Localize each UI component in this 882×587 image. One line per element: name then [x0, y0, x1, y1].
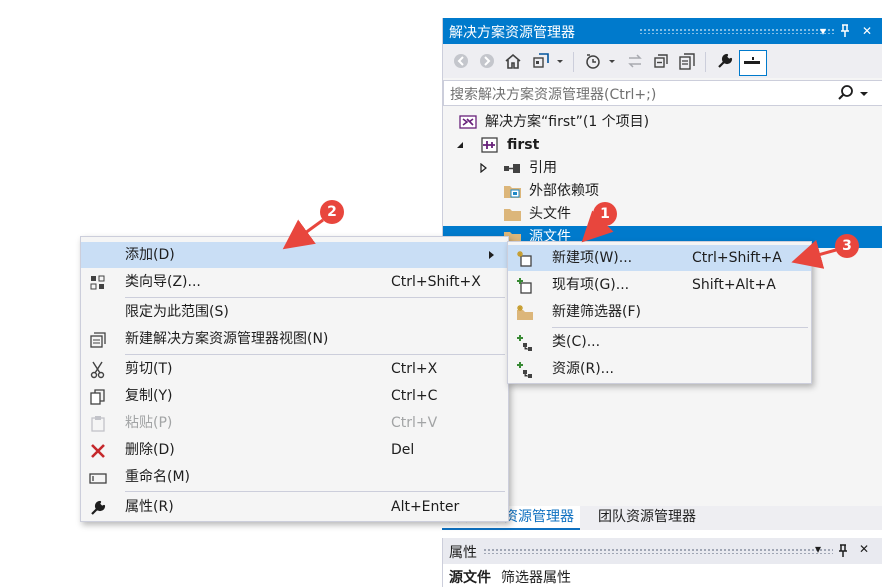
- annotation-badge-3: 3: [835, 234, 859, 258]
- annotation-arrow-3: [791, 239, 837, 269]
- annotation-badge-2: 2: [320, 200, 344, 224]
- annotation-arrow-2: [282, 218, 324, 250]
- annotation-arrows: [282, 210, 837, 269]
- annotation-badge-1: 1: [593, 202, 617, 226]
